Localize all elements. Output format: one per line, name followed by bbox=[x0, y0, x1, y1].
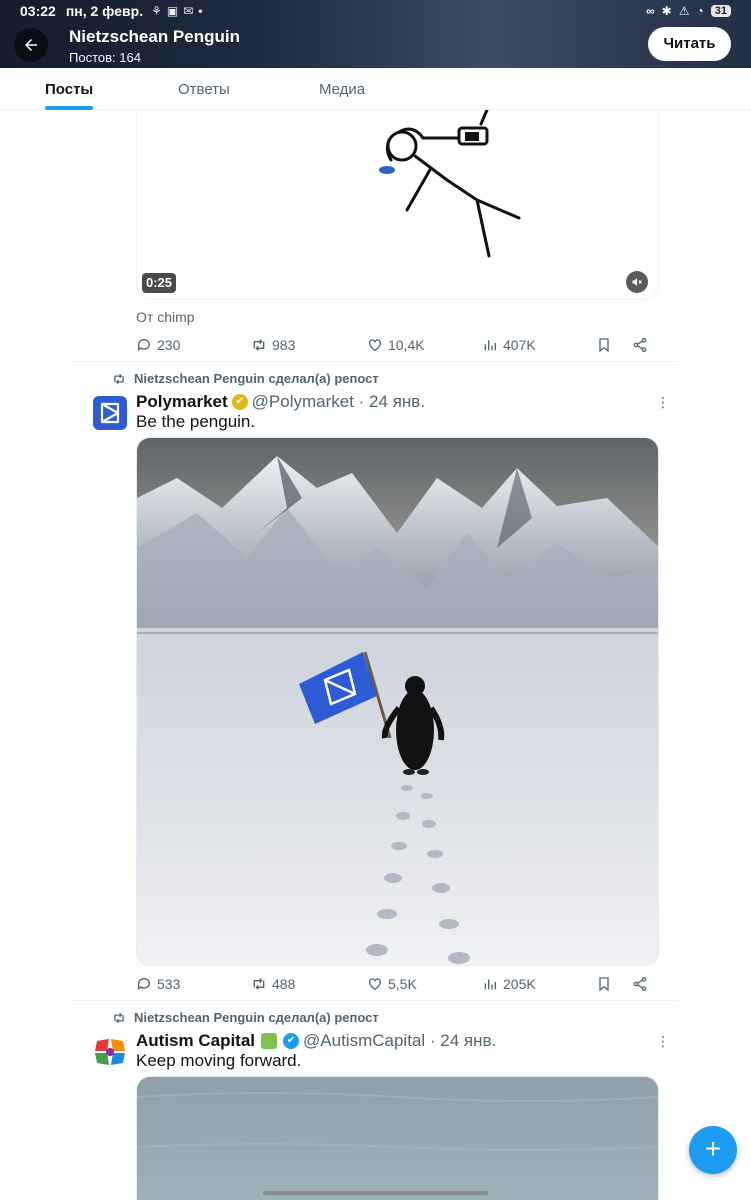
penguin-with-flag-image bbox=[137, 438, 658, 965]
reply-count: 230 bbox=[157, 337, 181, 353]
repost-icon bbox=[253, 978, 265, 990]
wifi-icon: ◔ bbox=[696, 4, 704, 18]
status-time: 03:22 bbox=[20, 3, 56, 19]
polymarket-avatar[interactable] bbox=[93, 396, 127, 430]
compose-post-button[interactable]: + bbox=[689, 1126, 737, 1174]
views-button[interactable]: 205K bbox=[482, 976, 536, 992]
repost-label-text: Nietzschean Penguin сделал(а) репост bbox=[134, 1010, 379, 1025]
tweet-text: Be the penguin. bbox=[136, 412, 256, 431]
key-icon: ∞ bbox=[646, 4, 655, 18]
more-options-icon[interactable]: ⋮ bbox=[656, 1033, 670, 1050]
puzzle-piece-icon bbox=[261, 1033, 278, 1049]
water-scene-image bbox=[137, 1077, 658, 1200]
repost-count: 983 bbox=[272, 337, 296, 353]
tab-media[interactable]: Медиа bbox=[319, 81, 365, 98]
share-button[interactable] bbox=[632, 976, 648, 992]
bookmark-icon bbox=[599, 977, 609, 992]
status-date: пн, 2 февр. bbox=[65, 3, 144, 19]
blue-verified-badge-icon: ✔ bbox=[283, 1033, 300, 1049]
reply-icon bbox=[138, 978, 150, 991]
post-divider bbox=[72, 361, 679, 362]
repost-button[interactable]: 488 bbox=[251, 976, 295, 992]
more-options-icon[interactable]: ⋮ bbox=[656, 394, 670, 411]
tab-replies[interactable]: Ответы bbox=[178, 81, 230, 98]
author-name[interactable]: Polymarket bbox=[136, 392, 228, 412]
reply-icon bbox=[138, 339, 150, 352]
status-bar: 03:22 пн, 2 февр. ⚘ ▣ ✉ • ∞ ✱ ⚠ ◔ 31 bbox=[0, 0, 751, 22]
autism-capital-avatar[interactable] bbox=[93, 1035, 127, 1069]
tab-posts[interactable]: Посты bbox=[45, 81, 93, 98]
bookmark-button[interactable] bbox=[596, 976, 612, 992]
tweet-author-line: Polymarket ✔ @Polymarket · 24 янв. bbox=[136, 392, 425, 412]
tweet-author-line: Autism Capital ✔ @AutismCapital · 24 янв… bbox=[136, 1031, 496, 1051]
back-button[interactable] bbox=[14, 28, 48, 62]
like-count: 5,5K bbox=[388, 976, 417, 992]
active-tab-indicator bbox=[45, 106, 93, 110]
repost-label[interactable]: Nietzschean Penguin сделал(а) репост bbox=[112, 371, 379, 386]
repost-icon bbox=[114, 373, 124, 384]
author-name[interactable]: Autism Capital bbox=[136, 1031, 255, 1051]
reply-count: 533 bbox=[157, 976, 181, 992]
bookmark-icon bbox=[599, 338, 609, 353]
status-right-icons: ∞ ✱ ⚠ ◔ 31 bbox=[646, 4, 731, 18]
tweet-text: Keep moving forward. bbox=[136, 1051, 302, 1070]
reply-button[interactable]: 533 bbox=[136, 976, 180, 992]
stick-figure-video-frame bbox=[137, 110, 658, 299]
gold-verified-badge-icon: ✔ bbox=[231, 394, 248, 410]
heart-icon bbox=[369, 978, 381, 991]
share-button[interactable] bbox=[632, 337, 648, 353]
video-player[interactable] bbox=[136, 110, 659, 300]
author-handle[interactable]: @AutismCapital · 24 янв. bbox=[303, 1031, 496, 1051]
polymarket-logo-icon bbox=[100, 402, 120, 424]
view-count: 205K bbox=[503, 976, 536, 992]
author-handle[interactable]: @Polymarket · 24 янв. bbox=[252, 392, 425, 412]
share-icon bbox=[633, 977, 647, 991]
like-count: 10,4K bbox=[388, 337, 425, 353]
speaker-muted-icon bbox=[632, 278, 642, 286]
share-icon bbox=[633, 338, 647, 352]
battery-indicator: 31 bbox=[710, 5, 731, 17]
polymarket-post-actions: 533 488 5,5K 205K bbox=[136, 976, 659, 996]
views-button[interactable]: 407K bbox=[482, 337, 536, 353]
repost-button[interactable]: 983 bbox=[251, 337, 295, 353]
mail-icon: ✉ bbox=[183, 4, 194, 18]
bookmark-button[interactable] bbox=[596, 337, 612, 353]
like-button[interactable]: 10,4K bbox=[367, 337, 425, 353]
repost-icon bbox=[253, 339, 265, 351]
post-count: Постов: 164 bbox=[69, 50, 141, 65]
mute-status-icon: ⚠ bbox=[678, 4, 690, 18]
video-source[interactable]: От chimp bbox=[136, 309, 195, 325]
follow-button[interactable]: Читать bbox=[648, 27, 731, 61]
arrow-left-icon bbox=[25, 39, 37, 51]
views-chart-icon bbox=[484, 979, 496, 990]
heart-icon bbox=[369, 339, 381, 352]
like-button[interactable]: 5,5K bbox=[367, 976, 417, 992]
home-indicator[interactable] bbox=[263, 1191, 488, 1195]
post-divider bbox=[72, 1000, 679, 1001]
views-chart-icon bbox=[484, 340, 496, 351]
notification-icon: ⚘ bbox=[151, 4, 162, 18]
reply-button[interactable]: 230 bbox=[136, 337, 180, 353]
profile-tabs: Посты Ответы Медиа bbox=[0, 68, 751, 110]
screenshot-icon: ▣ bbox=[166, 4, 179, 18]
rainbow-puzzle-icon bbox=[93, 1035, 127, 1069]
bluetooth-icon: ✱ bbox=[661, 4, 672, 18]
view-count: 407K bbox=[503, 337, 536, 353]
tweet-image[interactable] bbox=[136, 437, 659, 966]
repost-count: 488 bbox=[272, 976, 296, 992]
profile-name: Nietzschean Penguin bbox=[69, 27, 240, 46]
repost-label-text: Nietzschean Penguin сделал(а) репост bbox=[134, 371, 379, 386]
repost-icon bbox=[114, 1012, 124, 1023]
repost-label[interactable]: Nietzschean Penguin сделал(а) репост bbox=[112, 1010, 379, 1025]
dot-icon: • bbox=[198, 4, 203, 18]
profile-top-bar: Nietzschean Penguin Постов: 164 Читать bbox=[0, 22, 751, 68]
video-post-actions: 230 983 10,4K 407K bbox=[136, 337, 659, 357]
mute-button[interactable] bbox=[626, 271, 648, 293]
tweet-video-preview[interactable] bbox=[136, 1076, 659, 1200]
video-duration: 0:25 bbox=[142, 273, 176, 293]
